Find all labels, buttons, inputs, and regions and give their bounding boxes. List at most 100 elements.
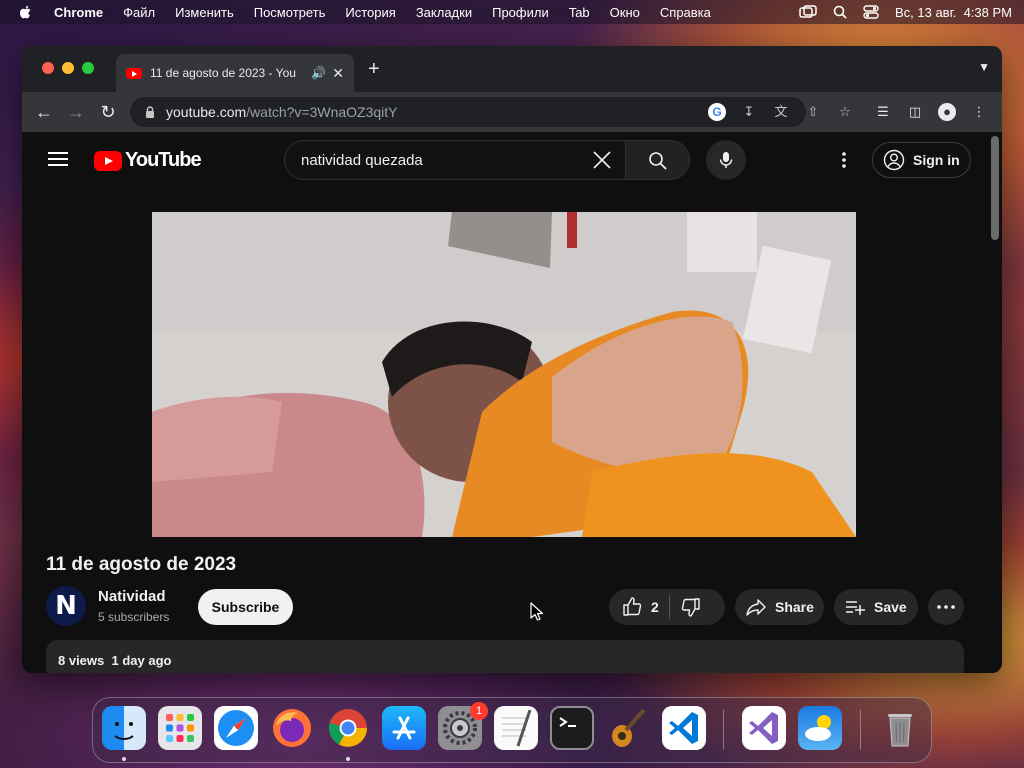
safari-compass-icon — [218, 710, 254, 746]
clear-search-icon[interactable] — [591, 149, 613, 171]
share-page-icon[interactable]: ⇧ — [804, 103, 822, 121]
save-label: Save — [874, 599, 907, 615]
menu-edit[interactable]: Изменить — [175, 5, 234, 20]
dock-firefox-icon[interactable] — [270, 706, 314, 750]
media-controls-icon[interactable]: ☰ — [874, 103, 892, 121]
tab-audio-speaker-icon[interactable]: 🔊 — [311, 66, 326, 80]
control-center-icon[interactable] — [863, 5, 879, 19]
more-horizontal-icon — [937, 605, 955, 609]
settings-notification-badge: 1 — [470, 702, 488, 720]
trash-can-icon — [888, 714, 912, 747]
search-button[interactable] — [626, 140, 690, 180]
menu-profiles[interactable]: Профили — [492, 5, 549, 20]
dock-chrome-icon[interactable] — [326, 706, 370, 750]
zoom-window-button[interactable] — [82, 62, 94, 74]
menu-window[interactable]: Окно — [610, 5, 640, 20]
close-window-button[interactable] — [42, 62, 54, 74]
dock-running-indicator — [122, 757, 126, 761]
tab-close-icon[interactable]: ✕ — [332, 65, 344, 82]
menu-app-chrome[interactable]: Chrome — [54, 5, 103, 20]
microphone-icon — [719, 152, 733, 168]
dock-app-store-icon[interactable] — [382, 706, 426, 750]
dock-finder-icon[interactable] — [102, 706, 146, 750]
menu-help[interactable]: Справка — [660, 5, 711, 20]
dock-safari-icon[interactable] — [214, 706, 258, 750]
menu-tab[interactable]: Tab — [569, 5, 590, 20]
dock-terminal-icon[interactable] — [550, 706, 594, 750]
youtube-page: YouTube natividad quezada Sign in 11 de … — [22, 132, 988, 673]
reload-button[interactable]: ↻ — [96, 100, 120, 124]
chrome-menu-icon[interactable]: ⋮ — [970, 103, 988, 121]
menu-file[interactable]: Файл — [123, 5, 155, 20]
account-circle-icon — [883, 149, 905, 171]
subscribe-button[interactable]: Subscribe — [198, 589, 293, 625]
channel-name[interactable]: Natividad — [98, 588, 166, 605]
address-bar[interactable]: youtube.com/watch?v=3WnaOZ3qitY G ↧ 文 ⇧ … — [130, 97, 851, 127]
video-player[interactable] — [152, 212, 856, 537]
channel-avatar[interactable]: N — [46, 586, 86, 626]
dock-separator — [723, 710, 724, 750]
description-box[interactable]: 8 views 1 day ago — [46, 640, 964, 673]
share-label: Share — [775, 599, 814, 615]
menu-bookmarks[interactable]: Закладки — [416, 5, 472, 20]
more-actions-button[interactable] — [928, 589, 964, 625]
dock-separator — [860, 710, 861, 750]
settings-kebab-icon[interactable] — [836, 150, 852, 170]
dock-weather-icon[interactable] — [798, 706, 842, 750]
translate-icon[interactable]: 文 — [772, 103, 790, 121]
youtube-logo[interactable]: YouTube — [94, 149, 202, 172]
dock-launchpad-icon[interactable] — [158, 706, 202, 750]
terminal-prompt-icon — [559, 717, 576, 727]
dock-vscode-icon[interactable] — [662, 706, 706, 750]
side-panel-icon[interactable]: ◫ — [906, 103, 924, 121]
dislike-icon[interactable] — [680, 596, 702, 618]
dock-trash-icon[interactable] — [878, 706, 922, 750]
like-count[interactable]: 2 — [651, 599, 659, 615]
hamburger-menu-icon[interactable] — [48, 152, 68, 166]
weather-cloud-icon — [805, 715, 831, 741]
video-frame — [152, 212, 856, 537]
dock-visual-studio-icon[interactable] — [742, 706, 786, 750]
page-scrollbar[interactable] — [988, 132, 1002, 673]
dock-system-settings-icon[interactable]: 1 — [438, 702, 488, 750]
like-icon[interactable] — [621, 596, 643, 618]
dock: 1 — [92, 697, 932, 763]
profile-icon[interactable]: ● — [938, 103, 956, 121]
like-dislike-group: 2 — [609, 589, 725, 625]
search-query-text: natividad quezada — [301, 151, 423, 169]
share-button[interactable]: Share — [735, 589, 824, 625]
save-button[interactable]: Save — [834, 589, 918, 625]
url-path: /watch?v=3WnaOZ3qitY — [246, 104, 398, 120]
dock-instruments-icon[interactable] — [606, 706, 650, 750]
minimize-window-button[interactable] — [62, 62, 74, 74]
tab-youtube-video[interactable]: 11 de agosto de 2023 - You 🔊 ✕ — [116, 54, 354, 92]
lock-icon[interactable] — [144, 106, 156, 118]
back-button[interactable]: ← — [32, 100, 56, 124]
screen-mirroring-icon[interactable] — [799, 5, 817, 19]
mouse-cursor-icon — [530, 602, 544, 621]
google-lens-icon[interactable]: G — [708, 103, 726, 121]
forward-button[interactable]: → — [64, 100, 88, 124]
tab-search-chevron-icon[interactable]: ▼ — [978, 60, 990, 74]
new-tab-button[interactable]: + — [368, 58, 380, 81]
save-playlist-icon — [846, 601, 865, 615]
bookmark-star-icon[interactable]: ☆ — [836, 103, 854, 121]
install-app-icon[interactable]: ↧ — [740, 103, 758, 121]
like-divider — [668, 595, 670, 619]
search-input[interactable]: natividad quezada — [284, 140, 626, 180]
dock-textedit-icon[interactable] — [494, 706, 538, 750]
app-store-a-icon — [392, 716, 416, 740]
video-title: 11 de agosto de 2023 — [46, 554, 237, 575]
finder-face-icon — [114, 722, 134, 740]
voice-search-button[interactable] — [706, 140, 746, 180]
tab-title: 11 de agosto de 2023 - You — [150, 66, 296, 80]
search-icon — [649, 152, 667, 170]
launchpad-grid-icon — [166, 714, 194, 742]
sign-in-button[interactable]: Sign in — [872, 142, 971, 178]
apple-menu-icon[interactable] — [18, 4, 34, 20]
menu-view[interactable]: Посмотреть — [254, 5, 326, 20]
spotlight-search-icon[interactable] — [833, 5, 847, 19]
menubar-clock[interactable]: Вс, 13 авг. 4:38 PM — [895, 5, 1012, 20]
menu-history[interactable]: История — [345, 5, 395, 20]
scrollbar-thumb[interactable] — [991, 136, 999, 240]
